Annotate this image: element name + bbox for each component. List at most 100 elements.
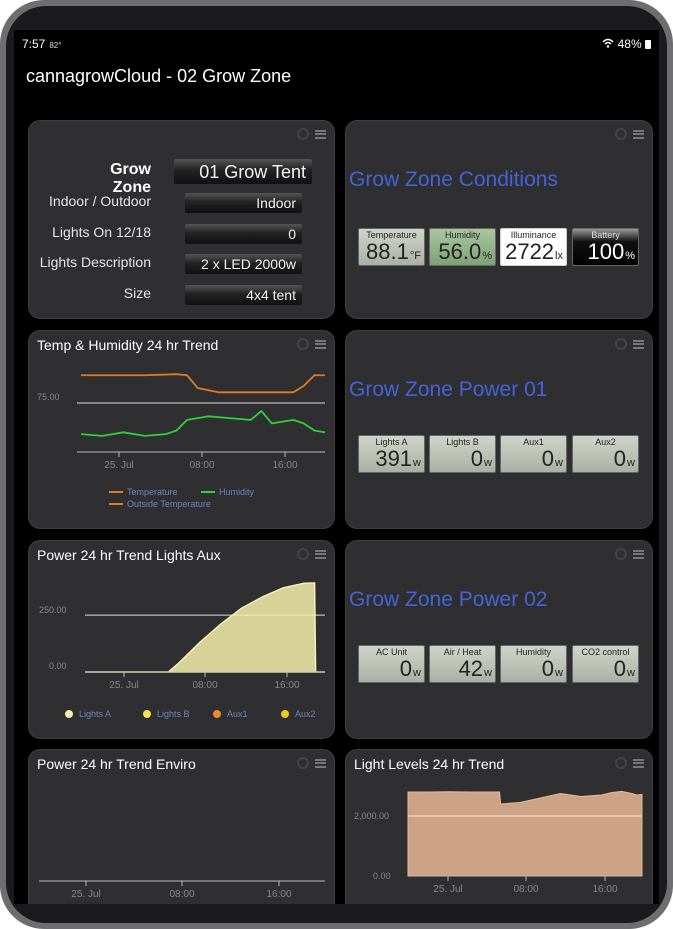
field-label: Indoor / Outdoor <box>49 193 151 209</box>
legend-marker <box>213 710 221 718</box>
app-title: cannagrowCloud - 02 Grow Zone <box>26 66 292 86</box>
tile-label: Aux2 <box>595 437 616 447</box>
tile-unit: w <box>627 667 635 679</box>
humidity-power-tile: Humidity 0w <box>500 645 567 683</box>
tile-label: AC Unit <box>375 647 407 657</box>
tile-value: 0 <box>613 656 627 681</box>
tile-value: 2722 <box>505 239 555 264</box>
tile-unit: w <box>627 457 635 469</box>
screen: 7:57 82° 48% cannagrowCloud - 02 Grow Zon… <box>14 30 659 904</box>
legend-marker <box>65 710 73 718</box>
y-tick-label: 75.00 <box>37 392 60 402</box>
temperature-series-line <box>81 373 325 394</box>
aux2-tile: Aux2 0w <box>572 435 639 473</box>
x-tick-label: 08:00 <box>189 460 214 471</box>
field-row: Lights On 12/18 <box>29 224 151 240</box>
conditions-title: Grow Zone Conditions <box>349 168 558 191</box>
refresh-icon[interactable] <box>615 338 627 350</box>
tile-value: 391 <box>375 446 413 471</box>
grow-zone-label: Grow Zone <box>110 161 151 196</box>
y-tick-label: 0.00 <box>373 871 391 881</box>
x-tick-label: 25. Jul <box>433 884 462 895</box>
card-controls <box>297 128 326 140</box>
power-enviro-chart-card: Power 24 hr Trend Enviro 25. Jul 08:00 16:… <box>28 749 335 904</box>
tile-value: 0 <box>613 446 627 471</box>
power02-title: Grow Zone Power 02 <box>349 588 548 611</box>
power01-title: Grow Zone Power 01 <box>349 378 548 401</box>
aux1-tile: Aux1 0w <box>500 435 567 473</box>
power-lights-chart: 250.00 0.00 25. Jul 08:00 16:00 Lights A Light… <box>39 582 325 719</box>
field-label: Lights On 12/18 <box>52 224 151 240</box>
tile-value: 0 <box>399 656 413 681</box>
tile-label: CO2 control <box>581 647 630 657</box>
lights-a-tile: Lights A 391w <box>358 435 425 473</box>
field-value[interactable]: Indoor <box>185 193 302 213</box>
tile-value: 56.0 <box>438 239 482 264</box>
tile-unit: °F <box>409 250 421 262</box>
tile-label: Aux1 <box>523 437 544 447</box>
field-label: Size <box>123 285 151 301</box>
refresh-icon[interactable] <box>297 128 309 140</box>
tile-value: 0 <box>470 446 484 471</box>
field-row: Size <box>29 285 151 301</box>
legend-label: Aux2 <box>295 709 316 719</box>
tile-unit: w <box>413 667 421 679</box>
x-tick-label: 25. Jul <box>71 889 100 900</box>
x-tick-label: 25. Jul <box>109 680 138 691</box>
battery-tile: Battery 100% <box>572 228 639 266</box>
illuminance-tile: Illuminance 2722lx <box>500 228 567 266</box>
battery-icon <box>645 40 651 49</box>
tile-unit: w <box>484 457 492 469</box>
grow-zone-card: Grow Zone 01 Grow Tent Indoor / Outdoor … <box>28 120 335 319</box>
humidity-series-line <box>80 409 326 437</box>
field-value[interactable]: 2 x LED 2000w <box>185 254 302 274</box>
menu-icon[interactable] <box>633 339 644 349</box>
refresh-icon[interactable] <box>615 548 627 560</box>
illuminance-series-area <box>407 790 643 877</box>
power01-card: Grow Zone Power 01 Lights A 391w Lights … <box>345 330 653 529</box>
clock: 7:57 <box>22 37 46 51</box>
temp-humidity-chart: 75.00 25. Jul 08:00 16:00 Temperature Humidit… <box>37 373 326 509</box>
menu-icon[interactable] <box>633 129 644 139</box>
humidity-tile: Humidity 56.0% <box>429 228 496 266</box>
tile-unit: % <box>482 250 492 262</box>
status-left: 7:57 82° <box>22 37 61 51</box>
light-levels-chart: 2,000.00 0.00 25. Jul 08:00 16:00 <box>354 790 643 895</box>
legend-label: Humidity <box>219 487 255 497</box>
legend-marker <box>143 710 151 718</box>
air-heat-tile: Air / Heat 42w <box>429 645 496 683</box>
menu-icon[interactable] <box>633 549 644 559</box>
x-tick-label: 16:00 <box>266 889 291 900</box>
tile-value: 42 <box>458 656 484 681</box>
field-value[interactable]: 0 <box>185 224 302 244</box>
x-tick-label: 16:00 <box>274 680 299 691</box>
light-levels-chart-card: Light Levels 24 hr Trend 2,000.00 0.00 25.… <box>345 749 653 904</box>
tile-unit: % <box>625 250 635 262</box>
x-tick-label: 16:00 <box>272 460 297 471</box>
x-tick-label: 08:00 <box>192 680 217 691</box>
power-enviro-chart: 25. Jul 08:00 16:00 <box>39 880 325 900</box>
field-label: Lights Description <box>39 254 151 270</box>
x-tick-label: 16:00 <box>592 884 617 895</box>
power-lights-chart-card: Power 24 hr Trend Lights Aux 250.00 0.00 2… <box>28 540 335 739</box>
field-row: Indoor / Outdoor <box>29 193 151 209</box>
card-controls <box>615 338 644 350</box>
tile-unit: lx <box>555 250 563 262</box>
temperature-tile: Temperature 88.1°F <box>358 228 425 266</box>
card-controls <box>615 128 644 140</box>
card-controls <box>615 548 644 560</box>
refresh-icon[interactable] <box>615 128 627 140</box>
tile-label: Lights B <box>446 437 479 447</box>
temp-humidity-chart-card: Temp & Humidity 24 hr Trend 75.00 25. Jul… <box>28 330 335 529</box>
conditions-card: Grow Zone Conditions Temperature 88.1°F … <box>345 120 653 319</box>
tile-label: Humidity <box>515 647 551 657</box>
menu-icon[interactable] <box>315 129 326 139</box>
tile-value: 88.1 <box>366 239 409 264</box>
grow-zone-value[interactable]: 01 Grow Tent <box>174 159 312 184</box>
y-tick-label: 0.00 <box>49 661 67 671</box>
legend-label: Aux1 <box>227 709 248 719</box>
power02-card: Grow Zone Power 02 AC Unit 0w Air / Heat… <box>345 540 653 739</box>
field-value[interactable]: 4x4 tent <box>185 285 302 305</box>
tile-unit: w <box>555 667 563 679</box>
tile-unit: w <box>484 667 492 679</box>
